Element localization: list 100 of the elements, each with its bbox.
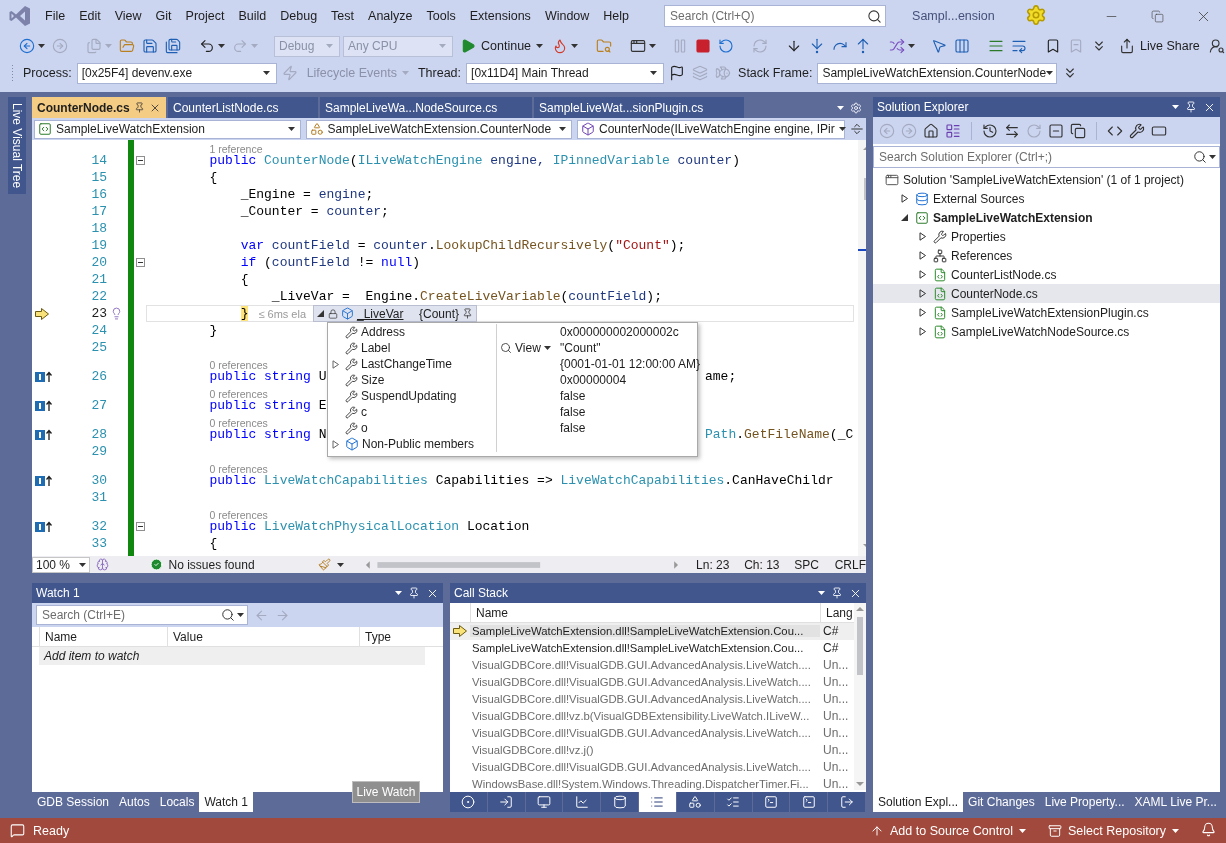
visualizer-menu[interactable]: View xyxy=(515,341,541,355)
expand-icon[interactable] xyxy=(919,270,927,279)
tree-item[interactable]: References xyxy=(873,246,1220,265)
tree-item[interactable]: CounterNode.cs xyxy=(873,284,1220,303)
menu-item[interactable]: Extensions xyxy=(462,9,538,23)
frame-name[interactable]: VisualGDBCore.dll!VisualGDB.GUI.AdvancedAnalysis.LiveWatch.... xyxy=(470,659,820,672)
clock-icon[interactable] xyxy=(982,122,998,139)
toolbar-button[interactable] xyxy=(887,38,918,54)
reference-count[interactable]: 0 references xyxy=(209,416,268,429)
reference-count[interactable]: 0 references xyxy=(209,387,268,400)
caret-icon[interactable] xyxy=(818,591,825,595)
toolbar-button[interactable] xyxy=(17,38,47,54)
panel-tab[interactable]: Locals xyxy=(154,792,200,812)
tree-item[interactable]: SampleLiveWatchExtensionPlugin.cs xyxy=(873,303,1220,322)
search-field[interactable]: Search Solution Explorer (Ctrl+;) xyxy=(873,146,1220,168)
column-header[interactable]: Value xyxy=(167,627,359,646)
implements-icon[interactable] xyxy=(35,520,53,533)
panel-tab[interactable]: Live Property... xyxy=(1039,792,1130,812)
home-icon[interactable] xyxy=(923,122,939,139)
source-control-button[interactable]: Add to Source Control xyxy=(870,823,1027,838)
column-header[interactable]: Name xyxy=(470,603,820,622)
tree-item[interactable]: Properties xyxy=(873,227,1220,246)
expand-icon[interactable] xyxy=(332,439,340,449)
line-endings[interactable]: CRLF xyxy=(834,557,866,572)
expand-icon[interactable] xyxy=(919,308,927,317)
file-tab[interactable]: CounterNode.cs xyxy=(32,97,166,118)
navigation-dropdown[interactable]: SampleLiveWatchExtension.CounterNode xyxy=(305,119,572,139)
tree-item[interactable]: SampleLiveWatchNodeSource.cs xyxy=(873,322,1220,341)
tree-item[interactable]: Solution 'SampleLiveWatchExtension' (1 of 1 project) xyxy=(873,170,1220,189)
toolbar-button[interactable]: Continue xyxy=(456,38,548,54)
menu-item[interactable]: Git xyxy=(148,9,179,23)
frame-name[interactable]: VisualGDBCore.dll!vz.j() xyxy=(470,743,820,756)
expand-icon[interactable] xyxy=(919,251,927,260)
brush-icon[interactable] xyxy=(318,558,332,571)
column-header[interactable]: Type xyxy=(359,627,443,646)
tree-item[interactable]: SampleLiveWatchExtension xyxy=(873,208,1220,227)
menu-item[interactable]: Test xyxy=(324,9,362,23)
gear-icon[interactable] xyxy=(850,101,862,114)
file-tab[interactable]: CounterListNode.cs xyxy=(168,97,318,118)
frame-name[interactable]: VisualGDBCore.dll!VisualGDB.GUI.AdvancedAnalysis.LiveWatch.... xyxy=(470,676,820,689)
search-field[interactable]: Search (Ctrl+E) xyxy=(36,605,248,625)
frame-name[interactable]: VisualGDBCore.dll!VisualGDB.GUI.AdvancedAnalysis.LiveWatch.... xyxy=(470,693,820,706)
whitespace-mode[interactable]: SPC xyxy=(794,557,829,572)
frame-name[interactable]: VisualGDBCore.dll!VisualGDB.GUI.AdvancedAnalysis.LiveWatch.... xyxy=(470,760,820,773)
collapse-icon[interactable] xyxy=(135,258,145,267)
panel-tab[interactable]: Git Changes xyxy=(963,792,1040,812)
menu-item[interactable]: Tools xyxy=(419,9,463,23)
zoom-dropdown[interactable]: 100 % xyxy=(32,556,90,573)
line-position[interactable]: Ln: 23 xyxy=(696,557,739,572)
implements-icon[interactable] xyxy=(35,370,53,383)
tool-tab[interactable] xyxy=(639,792,677,812)
caret-icon[interactable] xyxy=(543,346,551,350)
panel-tab[interactable]: Watch 1 xyxy=(199,792,253,812)
implements-icon[interactable] xyxy=(35,399,53,412)
frame-name[interactable]: SampleLiveWatchExtension.dll!SampleLiveWatchExtension.Cou... xyxy=(470,642,820,655)
file-tab[interactable]: SampleLiveWat...sionPlugin.cs xyxy=(534,97,744,118)
pin-icon[interactable] xyxy=(831,587,843,599)
caret-icon[interactable] xyxy=(1172,105,1179,109)
reference-count[interactable]: 1 reference xyxy=(209,142,263,155)
dropdown[interactable]: SampleLiveWatchExtension.CounterNode xyxy=(817,62,1058,84)
tree-item[interactable]: External Sources xyxy=(873,189,1220,208)
issues-status[interactable]: No issues found xyxy=(168,557,313,572)
frame-name[interactable]: SampleLiveWatchExtension.dll!SampleLiveWatchExtension.Cou... xyxy=(470,625,820,638)
menu-item[interactable]: Help xyxy=(596,9,637,23)
menu-item[interactable]: File xyxy=(38,9,73,23)
caret-icon[interactable] xyxy=(1209,155,1216,159)
expand-icon[interactable] xyxy=(901,194,909,203)
dropdown[interactable]: [0x11D4] Main Thread xyxy=(466,62,665,84)
navigation-dropdown[interactable]: SampleLiveWatchExtension xyxy=(34,119,301,139)
menu-item[interactable]: Analyze xyxy=(361,9,420,23)
side-tab[interactable]: Live Visual Tree xyxy=(8,97,26,195)
toolbar-button[interactable] xyxy=(628,38,659,54)
lightbulb-icon[interactable] xyxy=(110,307,123,320)
search-field[interactable]: Search (Ctrl+Q) xyxy=(664,5,887,27)
panel-tab[interactable]: XAML Live Pr... xyxy=(1129,792,1222,812)
expanded-icon[interactable] xyxy=(317,309,325,318)
menu-item[interactable]: Edit xyxy=(72,9,108,23)
sync-icon[interactable] xyxy=(1004,122,1020,139)
list-icon[interactable] xyxy=(945,122,961,139)
frame-name[interactable]: VisualGDBCore.dll!VisualGDB.GUI.AdvancedAnalysis.LiveWatch.... xyxy=(470,726,820,739)
vertical-scrollbar[interactable] xyxy=(854,603,866,790)
column-header[interactable]: Name xyxy=(39,627,167,646)
pin-icon[interactable] xyxy=(408,587,420,599)
expanded-icon[interactable] xyxy=(901,213,909,222)
frame-name[interactable]: WindowsBase.dll!System.Windows.Threading.DispatcherTimer.Fi... xyxy=(470,777,820,790)
panel-tab[interactable]: Solution Expl... xyxy=(873,792,964,812)
panel-tab[interactable]: GDB Session xyxy=(32,792,115,812)
pin-icon[interactable] xyxy=(462,308,473,319)
horizontal-scrollbar[interactable] xyxy=(364,558,681,571)
menu-item[interactable]: Build xyxy=(231,9,274,23)
column-position[interactable]: Ch: 13 xyxy=(744,557,789,572)
caret-icon[interactable] xyxy=(337,562,345,567)
menu-item[interactable]: Window xyxy=(537,9,597,23)
tree-item[interactable]: CounterListNode.cs xyxy=(873,265,1220,284)
reference-count[interactable]: 0 references xyxy=(209,508,268,521)
logo-icon[interactable] xyxy=(8,4,32,28)
brain-icon[interactable] xyxy=(95,558,109,571)
repository-button[interactable]: Select Repository xyxy=(1048,823,1179,838)
caret-icon[interactable] xyxy=(395,591,402,595)
caret-icon[interactable] xyxy=(237,613,244,617)
